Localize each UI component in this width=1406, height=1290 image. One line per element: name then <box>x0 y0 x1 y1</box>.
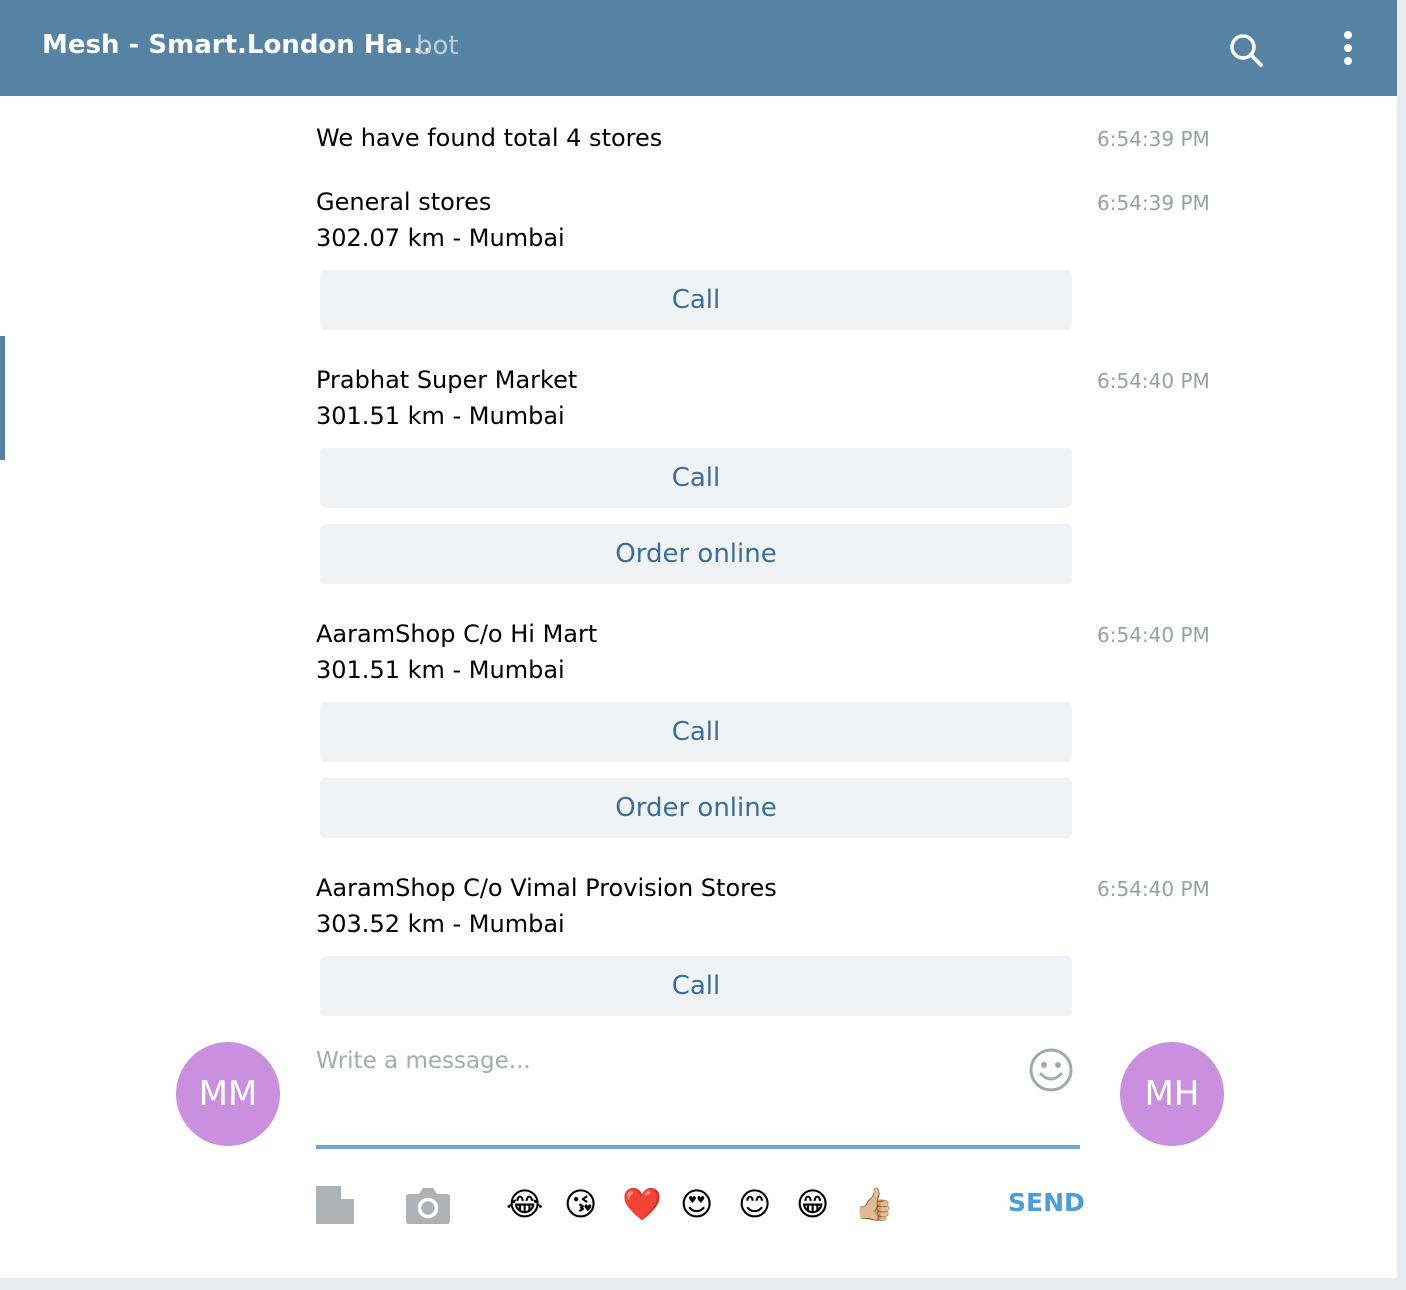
store-name: General stores <box>316 188 492 216</box>
scroll-accent <box>0 336 5 460</box>
emoji-heart[interactable]: ❤️ <box>622 1184 662 1224</box>
emoji-grin[interactable]: 😁 <box>796 1184 829 1224</box>
chat-header: Mesh - Smart.London Ha... bot <box>0 0 1397 96</box>
message-time: 6:54:40 PM <box>1097 623 1210 647</box>
call-button[interactable]: Call <box>320 448 1072 508</box>
order-online-button[interactable]: Order online <box>320 524 1072 584</box>
message-time: 6:54:39 PM <box>1097 127 1210 151</box>
store-distance: 301.51 km - Mumbai <box>316 656 565 684</box>
store-name: AaramShop C/o Vimal Provision Stores <box>316 874 777 902</box>
emoji-picker-icon[interactable] <box>1028 1047 1074 1093</box>
input-underline <box>316 1145 1080 1149</box>
call-button[interactable]: Call <box>320 270 1072 330</box>
avatar-self[interactable]: MM <box>176 1042 280 1146</box>
emoji-joy[interactable]: 😂 <box>506 1184 543 1224</box>
store-distance: 301.51 km - Mumbai <box>316 402 565 430</box>
camera-icon[interactable] <box>406 1186 450 1224</box>
chat-window: Mesh - Smart.London Ha... bot We have fo… <box>0 0 1397 1278</box>
call-button[interactable]: Call <box>320 702 1072 762</box>
store-distance: 303.52 km - Mumbai <box>316 910 565 938</box>
attach-file-icon[interactable] <box>316 1186 354 1224</box>
avatar-peer[interactable]: MH <box>1120 1042 1224 1146</box>
message-time: 6:54:39 PM <box>1097 191 1210 215</box>
emoji-thumbs-up[interactable]: 👍🏼 <box>854 1184 894 1224</box>
emoji-kiss[interactable]: 😘 <box>564 1184 597 1224</box>
send-button[interactable]: SEND <box>1008 1188 1085 1217</box>
message-time: 6:54:40 PM <box>1097 877 1210 901</box>
store-name: Prabhat Super Market <box>316 366 578 394</box>
chat-title[interactable]: Mesh - Smart.London Ha... <box>42 30 433 60</box>
store-name: AaramShop C/o Hi Mart <box>316 620 598 648</box>
store-distance: 302.07 km - Mumbai <box>316 224 565 252</box>
message-time: 6:54:40 PM <box>1097 369 1210 393</box>
emoji-heart-eyes[interactable]: 😍 <box>680 1184 713 1224</box>
more-menu-icon[interactable] <box>1338 30 1358 66</box>
message-input[interactable]: Write a message... <box>316 1040 1080 1144</box>
order-online-button[interactable]: Order online <box>320 778 1072 838</box>
message-input-placeholder: Write a message... <box>316 1048 531 1074</box>
emoji-blush[interactable]: 😊 <box>738 1184 771 1224</box>
window-bottom-edge <box>0 1278 1406 1290</box>
message-text: We have found total 4 stores <box>316 124 663 152</box>
chat-subtitle-bot: bot <box>416 31 459 61</box>
call-button[interactable]: Call <box>320 956 1072 1016</box>
search-icon[interactable] <box>1228 32 1264 68</box>
